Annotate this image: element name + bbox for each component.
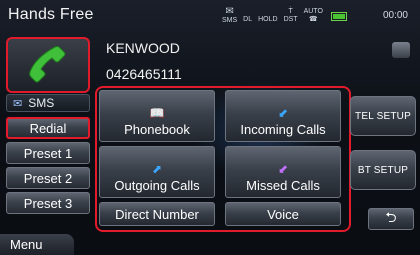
incoming-call-icon: ⬋ [277, 106, 289, 120]
contact-number: 0426465111 [106, 66, 182, 82]
sms-status-indicator: ✉ SMS [222, 6, 238, 25]
outgoing-call-icon: ⬈ [151, 162, 163, 176]
preset-3-button[interactable]: Preset 3 [6, 192, 90, 214]
bt-setup-button[interactable]: BT SETUP [350, 150, 416, 190]
menu-tab[interactable]: Menu [0, 234, 74, 255]
status-bar: ✉ SMS DL HOLD Ṫ DST AUTO ☎ [222, 4, 347, 28]
tel-setup-button[interactable]: TEL SETUP [350, 96, 416, 136]
call-button[interactable] [6, 37, 90, 93]
direct-number-button[interactable]: Direct Number [99, 202, 215, 226]
sms-button[interactable]: ✉ SMS [6, 94, 90, 112]
incoming-calls-button[interactable]: ⬋ Incoming Calls [225, 90, 341, 142]
contact-name: KENWOOD [106, 40, 180, 56]
phonebook-button[interactable]: 📖 Phonebook [99, 90, 215, 142]
phone-handset-icon [29, 46, 66, 83]
sms-icon: ✉ [13, 97, 23, 110]
handset-status-icon: ☎ [308, 16, 318, 23]
missed-call-icon: ⬋ [277, 162, 289, 176]
scroll-knob[interactable] [392, 42, 410, 58]
dl-status: DL [243, 16, 253, 23]
hold-status: HOLD [258, 16, 278, 23]
return-arrow-icon: ⮌ [385, 209, 397, 225]
preset-1-button[interactable]: Preset 1 [6, 142, 90, 164]
screen-title: Hands Free [8, 6, 94, 23]
redial-button[interactable]: Redial [6, 117, 90, 139]
battery-icon [330, 11, 347, 21]
preset-2-button[interactable]: Preset 2 [6, 167, 90, 189]
clock: 00:00 [382, 10, 408, 21]
signal-status: Ṫ DST [283, 8, 298, 23]
missed-calls-button[interactable]: ⬋ Missed Calls [225, 146, 341, 198]
book-icon: 📖 [149, 106, 165, 120]
auto-answer-status: AUTO ☎ [303, 8, 323, 23]
voice-button[interactable]: Voice [225, 202, 341, 226]
back-button[interactable]: ⮌ [368, 208, 414, 230]
hands-free-screen: Hands Free ✉ SMS DL HOLD Ṫ DST AUTO ☎ 00… [0, 0, 420, 255]
antenna-icon: Ṫ [288, 8, 293, 15]
outgoing-calls-button[interactable]: ⬈ Outgoing Calls [99, 146, 215, 198]
envelope-icon: ✉ [225, 6, 234, 17]
